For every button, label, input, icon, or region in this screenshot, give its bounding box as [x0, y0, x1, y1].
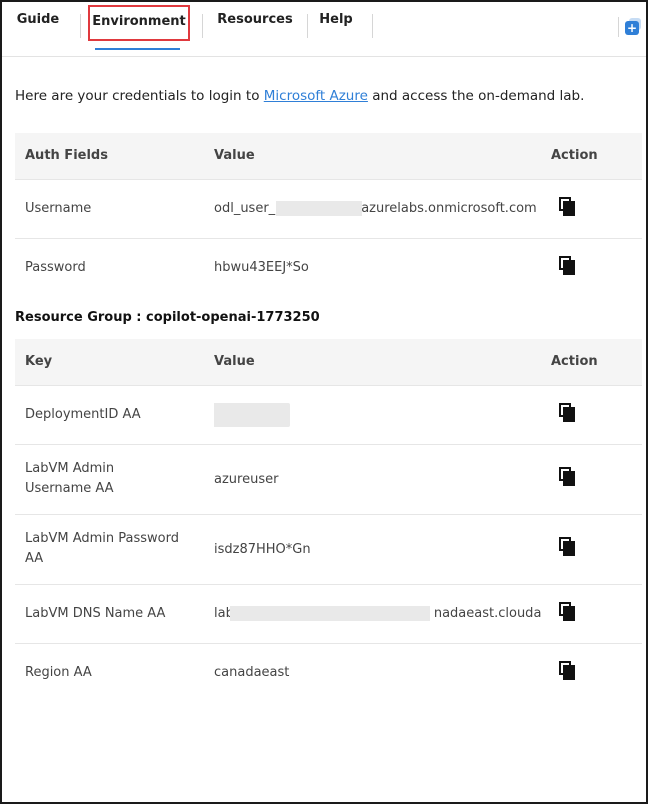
active-tab-indicator — [95, 48, 180, 50]
table-row: LabVM DNS Name AA lab nadaeast.clouda — [15, 583, 642, 643]
admin-password-value: isdz87HHO*Gn — [204, 513, 541, 584]
tab-divider — [202, 14, 203, 38]
redaction-blur — [230, 606, 430, 621]
copy-icon[interactable] — [557, 467, 577, 487]
header-value: Value — [204, 133, 541, 179]
key-admin-username: LabVM Admin Username AA — [15, 443, 204, 514]
action-cell — [541, 237, 642, 297]
password-value: hbwu43EEJ*So — [204, 237, 541, 297]
header-value: Value — [204, 339, 541, 385]
redaction-blur — [276, 201, 362, 216]
value-cell: odl_user_ azurelabs.onmicrosoft.com — [204, 178, 541, 238]
copy-icon[interactable] — [557, 601, 577, 622]
header-key: Key — [15, 339, 204, 385]
username-value-prefix: odl_user_ — [214, 201, 276, 216]
tab-bar: Guide Environment Resources Help + — [2, 2, 646, 57]
key-admin-password: LabVM Admin Password AA — [15, 513, 204, 584]
redaction-blur — [214, 402, 290, 427]
dns-name-value: lab nadaeast.clouda — [214, 606, 541, 621]
intro-text-before: Here are your credentials to login to — [15, 88, 264, 104]
resource-group-table: Key Value Action DeploymentID AA LabVM A… — [15, 339, 642, 702]
action-cell — [541, 642, 642, 702]
action-cell — [541, 583, 642, 643]
credentials-table: Auth Fields Value Action Username odl_us… — [15, 133, 642, 297]
region-value: canadaeast — [204, 642, 541, 702]
microsoft-azure-link[interactable]: Microsoft Azure — [264, 88, 368, 104]
admin-username-value: azureuser — [204, 443, 541, 514]
table-header: Key Value Action — [15, 339, 642, 385]
add-panel-button[interactable]: + — [618, 17, 641, 37]
table-row: Region AA canadaeast — [15, 642, 642, 702]
action-cell — [541, 443, 642, 514]
tab-resources[interactable]: Resources — [207, 2, 303, 48]
tab-divider — [307, 14, 308, 38]
dns-value-suffix: nadaeast.clouda — [433, 606, 541, 621]
key-deployment-id: DeploymentID AA — [15, 384, 204, 444]
header-action: Action — [541, 133, 642, 179]
key-region: Region AA — [15, 642, 204, 702]
username-value-suffix: azurelabs.onmicrosoft.com — [361, 201, 537, 216]
tab-help[interactable]: Help — [310, 2, 362, 48]
copy-icon[interactable] — [557, 196, 577, 217]
header-action: Action — [541, 339, 642, 385]
copy-icon[interactable] — [557, 402, 577, 423]
username-value: odl_user_ azurelabs.onmicrosoft.com — [214, 201, 541, 216]
tab-guide[interactable]: Guide — [8, 2, 68, 48]
header-auth-fields: Auth Fields — [15, 133, 204, 179]
table-row: Username odl_user_ azurelabs.onmicrosoft.… — [15, 178, 642, 238]
field-password: Password — [15, 237, 204, 297]
add-icon: + — [625, 21, 639, 35]
tab-environment[interactable]: Environment — [88, 5, 190, 41]
table-header: Auth Fields Value Action — [15, 133, 642, 179]
action-cell — [541, 178, 642, 238]
table-row: Password hbwu43EEJ*So — [15, 237, 642, 297]
resource-group-label: Resource Group : copilot-openai-1773250 — [15, 310, 320, 325]
field-username: Username — [15, 178, 204, 238]
copy-icon[interactable] — [557, 660, 577, 681]
table-row: DeploymentID AA — [15, 384, 642, 444]
action-cell — [541, 384, 642, 444]
value-cell — [204, 384, 541, 444]
table-row: LabVM Admin Username AA azureuser — [15, 443, 642, 514]
credentials-intro: Here are your credentials to login to Mi… — [15, 88, 625, 104]
value-cell: lab nadaeast.clouda — [204, 583, 541, 643]
intro-text-after: and access the on-demand lab. — [367, 88, 585, 104]
tab-divider — [80, 14, 81, 38]
copy-icon[interactable] — [557, 255, 577, 276]
table-row: LabVM Admin Password AA isdz87HHO*Gn — [15, 513, 642, 584]
deployment-id-value — [214, 402, 541, 427]
key-dns-name: LabVM DNS Name AA — [15, 583, 204, 643]
copy-icon[interactable] — [557, 537, 577, 557]
action-cell — [541, 513, 642, 584]
tab-divider — [372, 14, 373, 38]
